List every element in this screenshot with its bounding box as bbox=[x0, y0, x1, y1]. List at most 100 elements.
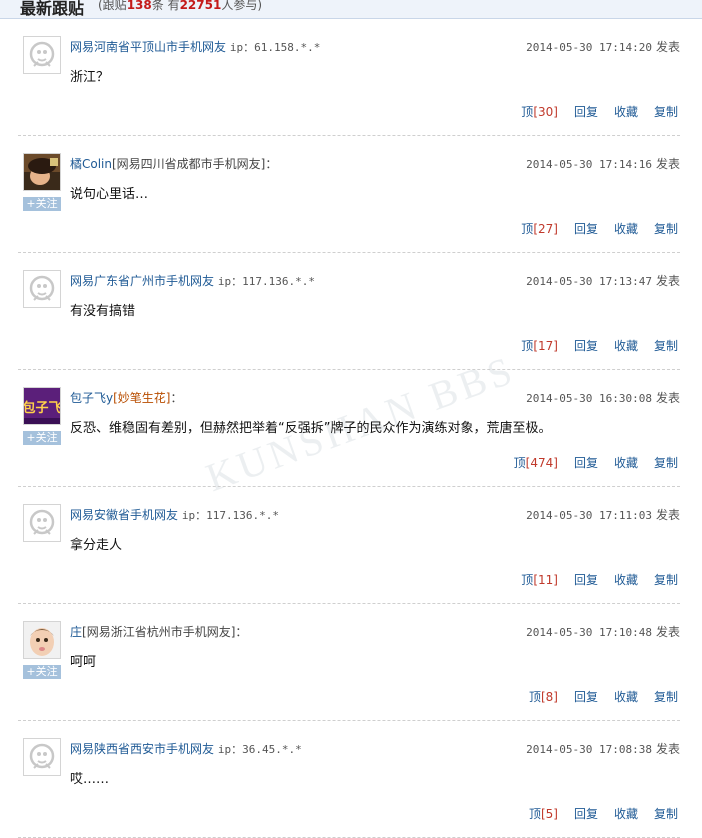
publish-label: 发表 bbox=[655, 742, 680, 756]
copy-button[interactable]: 复制 bbox=[654, 690, 678, 704]
reply-button[interactable]: 回复 bbox=[574, 690, 598, 704]
svg-text:包子飞: 包子飞 bbox=[24, 400, 60, 416]
upvote-button[interactable]: 顶[11] bbox=[521, 573, 558, 587]
comment-content: 哎…… bbox=[70, 772, 110, 787]
comment-post: 网易安徽省手机网友 ip：117.136.*.* 2014-05-30 17:11… bbox=[18, 486, 680, 604]
upvote-count: [474] bbox=[525, 456, 558, 470]
follow-button[interactable]: +关注 bbox=[23, 197, 61, 211]
post-time: 2014-05-30 16:30:08 发表 bbox=[526, 391, 680, 405]
comment-stats: (跟贴138条 有22751人参与) bbox=[98, 0, 263, 12]
post-time: 2014-05-30 17:14:16 发表 bbox=[526, 157, 680, 171]
comment-content: 浙江？ bbox=[70, 70, 110, 85]
post-time: 2014-05-30 17:10:48 发表 bbox=[526, 625, 680, 639]
comment-content: 反恐、维稳固有差别，但赫然把举着“反强拆”牌子的民众作为演练对象，荒唐至极。 bbox=[70, 421, 552, 436]
comment-meta: 网易广东省广州市手机网友 ip：117.136.*.* bbox=[70, 272, 315, 289]
user-location: [网易浙江省杭州市手机网友]： bbox=[82, 625, 248, 639]
favorite-button[interactable]: 收藏 bbox=[614, 690, 638, 704]
upvote-count: [17] bbox=[533, 339, 558, 353]
reply-button[interactable]: 回复 bbox=[574, 807, 598, 821]
copy-button[interactable]: 复制 bbox=[654, 807, 678, 821]
default-avatar-icon[interactable] bbox=[23, 36, 61, 74]
publish-label: 发表 bbox=[655, 40, 680, 54]
username-link[interactable]: 网易河南省平顶山市手机网友 bbox=[70, 40, 226, 54]
comment-post: 网易陕西省西安市手机网友 ip：36.45.*.* 2014-05-30 17:0… bbox=[18, 720, 680, 838]
post-time: 2014-05-30 17:11:03 发表 bbox=[526, 508, 680, 522]
publish-label: 发表 bbox=[655, 625, 680, 639]
comment-meta: 庄[网易浙江省杭州市手机网友]： bbox=[70, 623, 247, 640]
reply-button[interactable]: 回复 bbox=[574, 339, 598, 353]
publish-label: 发表 bbox=[655, 157, 680, 171]
upvote-button[interactable]: 顶[17] bbox=[521, 339, 558, 353]
comment-meta: 网易陕西省西安市手机网友 ip：36.45.*.* bbox=[70, 740, 302, 757]
user-ip: ip：117.136.*.* bbox=[181, 509, 279, 522]
post-time: 2014-05-30 17:08:38 发表 bbox=[526, 742, 680, 756]
comment-actions: 顶[27] 回复 收藏 复制 bbox=[505, 220, 678, 237]
user-location: [网易四川省成都市手机网友]： bbox=[112, 157, 278, 171]
participant-count: 22751 bbox=[179, 0, 222, 12]
comment-actions: 顶[30] 回复 收藏 复制 bbox=[505, 103, 678, 120]
upvote-button[interactable]: 顶[8] bbox=[529, 690, 558, 704]
comment-actions: 顶[17] 回复 收藏 复制 bbox=[505, 337, 678, 354]
reply-button[interactable]: 回复 bbox=[574, 456, 598, 470]
default-avatar-icon[interactable] bbox=[23, 738, 61, 776]
comment-meta: 网易河南省平顶山市手机网友 ip：61.158.*.* bbox=[70, 38, 320, 55]
copy-button[interactable]: 复制 bbox=[654, 105, 678, 119]
reply-button[interactable]: 回复 bbox=[574, 105, 598, 119]
upvote-button[interactable]: 顶[30] bbox=[521, 105, 558, 119]
favorite-button[interactable]: 收藏 bbox=[614, 222, 638, 236]
upvote-button[interactable]: 顶[474] bbox=[514, 456, 558, 470]
upvote-count: [5] bbox=[540, 807, 558, 821]
follow-button[interactable]: +关注 bbox=[23, 431, 61, 445]
username-link[interactable]: 网易安徽省手机网友 bbox=[70, 508, 178, 522]
username-link[interactable]: 庄 bbox=[70, 625, 82, 639]
comment-actions: 顶[474] 回复 收藏 复制 bbox=[498, 454, 678, 471]
default-avatar-icon[interactable] bbox=[23, 270, 61, 308]
child-photo-avatar[interactable] bbox=[23, 621, 61, 659]
favorite-button[interactable]: 收藏 bbox=[614, 456, 638, 470]
username-link[interactable]: 包子飞y bbox=[70, 391, 113, 405]
post-time: 2014-05-30 17:14:20 发表 bbox=[526, 40, 680, 54]
comment-post: +关注 庄[网易浙江省杭州市手机网友]： 2014-05-30 17:10:48 发表… bbox=[18, 603, 680, 721]
publish-label: 发表 bbox=[655, 274, 680, 288]
user-badge[interactable]: [妙笔生花] bbox=[113, 391, 170, 405]
upvote-button[interactable]: 顶[5] bbox=[529, 807, 558, 821]
user-ip: ip：36.45.*.* bbox=[217, 743, 302, 756]
username-link[interactable]: 网易广东省广州市手机网友 bbox=[70, 274, 214, 288]
upvote-count: [27] bbox=[533, 222, 558, 236]
comment-meta: 橘Colin[网易四川省成都市手机网友]： bbox=[70, 155, 277, 172]
comment-actions: 顶[8] 回复 收藏 复制 bbox=[513, 688, 678, 705]
comment-post: 网易广东省广州市手机网友 ip：117.136.*.* 2014-05-30 17… bbox=[18, 252, 680, 370]
comment-content: 有没有搞错 bbox=[70, 304, 136, 319]
follow-count: 138 bbox=[126, 0, 152, 12]
favorite-button[interactable]: 收藏 bbox=[614, 807, 638, 821]
publish-label: 发表 bbox=[655, 391, 680, 405]
copy-button[interactable]: 复制 bbox=[654, 339, 678, 353]
follow-button[interactable]: +关注 bbox=[23, 665, 61, 679]
user-ip: ip：117.136.*.* bbox=[217, 275, 315, 288]
upvote-button[interactable]: 顶[27] bbox=[521, 222, 558, 236]
post-time: 2014-05-30 17:13:47 发表 bbox=[526, 274, 680, 288]
comment-content: 说句心里话… bbox=[70, 187, 149, 202]
copy-button[interactable]: 复制 bbox=[654, 456, 678, 470]
reply-button[interactable]: 回复 bbox=[574, 222, 598, 236]
reply-button[interactable]: 回复 bbox=[574, 573, 598, 587]
copy-button[interactable]: 复制 bbox=[654, 222, 678, 236]
brand-avatar[interactable]: 包子飞 bbox=[23, 387, 61, 425]
photo-avatar[interactable] bbox=[23, 153, 61, 191]
favorite-button[interactable]: 收藏 bbox=[614, 573, 638, 587]
comment-actions: 顶[5] 回复 收藏 复制 bbox=[513, 805, 678, 822]
publish-label: 发表 bbox=[655, 508, 680, 522]
upvote-count: [11] bbox=[533, 573, 558, 587]
upvote-count: [30] bbox=[533, 105, 558, 119]
copy-button[interactable]: 复制 bbox=[654, 573, 678, 587]
favorite-button[interactable]: 收藏 bbox=[614, 105, 638, 119]
favorite-button[interactable]: 收藏 bbox=[614, 339, 638, 353]
default-avatar-icon[interactable] bbox=[23, 504, 61, 542]
upvote-count: [8] bbox=[540, 690, 558, 704]
comment-post: 网易河南省平顶山市手机网友 ip：61.158.*.* 2014-05-30 17… bbox=[18, 18, 680, 136]
comments-header: 最新跟贴 (跟贴138条 有22751人参与) bbox=[0, 0, 702, 19]
comment-content: 呵呵 bbox=[70, 655, 97, 670]
username-link[interactable]: 橘Colin bbox=[70, 157, 112, 171]
username-link[interactable]: 网易陕西省西安市手机网友 bbox=[70, 742, 214, 756]
user-location: ： bbox=[170, 391, 183, 405]
